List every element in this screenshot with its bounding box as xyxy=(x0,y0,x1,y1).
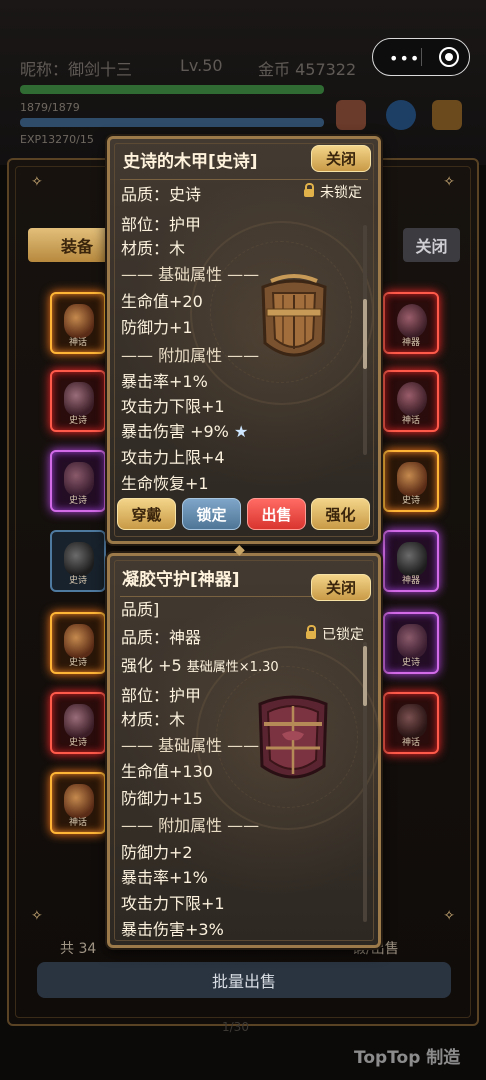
inventory-slot[interactable]: 神器 xyxy=(383,530,439,592)
enhance-level: 强化 +5 基础属性×1.30 xyxy=(121,656,279,675)
nickname-label: 昵称：御剑十三 xyxy=(20,60,133,79)
inventory-slot[interactable]: 史诗 xyxy=(383,612,439,674)
inventory-slot[interactable]: 史诗 xyxy=(50,370,106,432)
bulk-sell-button[interactable]: 批量出售 xyxy=(37,962,451,998)
inventory-slot[interactable]: 史诗 xyxy=(50,692,106,754)
bag-close-button[interactable]: 关闭 xyxy=(403,228,460,262)
enhance-button[interactable]: 强化 xyxy=(311,498,370,530)
popup-title: 凝胶守护[神器] xyxy=(122,570,240,590)
quality-label: 品质：史诗 xyxy=(121,185,202,204)
corner-ornament-icon: ✧ xyxy=(31,908,43,924)
inventory-slot[interactable]: 史诗 xyxy=(383,450,439,512)
scrollbar-thumb[interactable] xyxy=(363,299,367,369)
inventory-slot[interactable]: 神话 xyxy=(383,692,439,754)
inventory-slot[interactable]: 神话 xyxy=(50,772,106,834)
extra-attr: 暴击率+1% xyxy=(121,372,208,391)
extra-attr: 攻击力上限+4 xyxy=(121,448,225,467)
slot-label: 部位：护甲 xyxy=(121,686,202,705)
sell-button[interactable]: 出售 xyxy=(247,498,306,530)
popup-title: 史诗的木甲[史诗] xyxy=(123,152,258,172)
capsule-divider xyxy=(421,48,422,66)
inventory-slot[interactable]: 神话 xyxy=(383,370,439,432)
equip-button[interactable]: 穿戴 xyxy=(117,498,176,530)
base-attr: 防御力+1 xyxy=(121,318,193,337)
inventory-slot[interactable]: 神话 xyxy=(50,292,106,354)
lock-icon xyxy=(306,625,316,639)
exp-text: EXP13270/15 xyxy=(20,133,94,146)
star-icon: ★ xyxy=(233,422,249,441)
gold-label: 金币 457322 xyxy=(258,60,357,79)
corner-ornament-icon: ✧ xyxy=(443,174,455,190)
lock-icon xyxy=(304,183,314,197)
watermark: TopTop 制造 xyxy=(354,1048,461,1068)
popup-close-button[interactable]: 关闭 xyxy=(311,574,371,601)
item-count: 共 34 xyxy=(60,941,97,957)
miniprogram-capsule[interactable]: ••• xyxy=(372,38,470,76)
hp-text: 1879/1879 xyxy=(20,101,80,114)
lock-status: 已锁定 xyxy=(306,624,364,644)
slot-label: 部位：护甲 xyxy=(121,215,202,234)
quality-header: 品质] xyxy=(121,600,160,619)
corner-ornament-icon: ✧ xyxy=(31,174,43,190)
base-attr-header: —— 基础属性 —— xyxy=(121,736,260,755)
inventory-slot[interactable]: 史诗 xyxy=(50,530,106,592)
extra-attr: 攻击力下限+1 xyxy=(121,397,225,416)
scrollbar-thumb[interactable] xyxy=(363,646,367,706)
extra-attr: 暴击伤害+3% xyxy=(121,920,224,939)
play-icon[interactable] xyxy=(386,100,416,130)
wooden-armor-icon xyxy=(261,274,327,357)
corner-ornament-icon: ✧ xyxy=(443,908,455,924)
crest-ornament-icon: ◆ xyxy=(234,542,245,558)
extra-attr-header: —— 附加属性 —— xyxy=(121,816,260,835)
level-label: Lv.50 xyxy=(180,56,223,75)
base-attr: 防御力+15 xyxy=(121,789,203,808)
base-attr-header: —— 基础属性 —— xyxy=(121,265,260,284)
base-attr: 生命值+20 xyxy=(121,292,203,311)
popup-close-button[interactable]: 关闭 xyxy=(311,145,371,172)
extra-attr: 暴击率+1% xyxy=(121,868,208,887)
inventory-slot[interactable]: 史诗 xyxy=(50,450,106,512)
exp-bar xyxy=(20,118,324,127)
gift-icon[interactable] xyxy=(336,100,366,130)
lock-button[interactable]: 锁定 xyxy=(182,498,241,530)
lock-status: 未锁定 xyxy=(304,182,362,202)
hp-bar xyxy=(20,85,324,94)
base-attr: 生命值+130 xyxy=(121,762,213,781)
extra-attr: 生命恢复+1 xyxy=(121,474,209,493)
gel-armor-icon xyxy=(258,695,328,779)
quality-label: 品质：神器 xyxy=(121,628,202,647)
inventory-slot[interactable]: 神器 xyxy=(383,292,439,354)
inventory-slot[interactable]: 史诗 xyxy=(50,612,106,674)
mail-icon[interactable] xyxy=(432,100,462,130)
exit-target-icon[interactable] xyxy=(439,47,459,67)
extra-attr-header: —— 附加属性 —— xyxy=(121,346,260,365)
extra-attr-highlight: 暴击伤害 +9% ★ xyxy=(121,422,249,441)
more-icon[interactable]: ••• xyxy=(389,49,420,68)
extra-attr: 防御力+2 xyxy=(121,843,193,862)
extra-attr: 攻击力下限+1 xyxy=(121,894,225,913)
material-label: 材质：木 xyxy=(121,239,186,258)
material-label: 材质：木 xyxy=(121,710,186,729)
page-indicator: 1/30 xyxy=(222,1020,249,1034)
